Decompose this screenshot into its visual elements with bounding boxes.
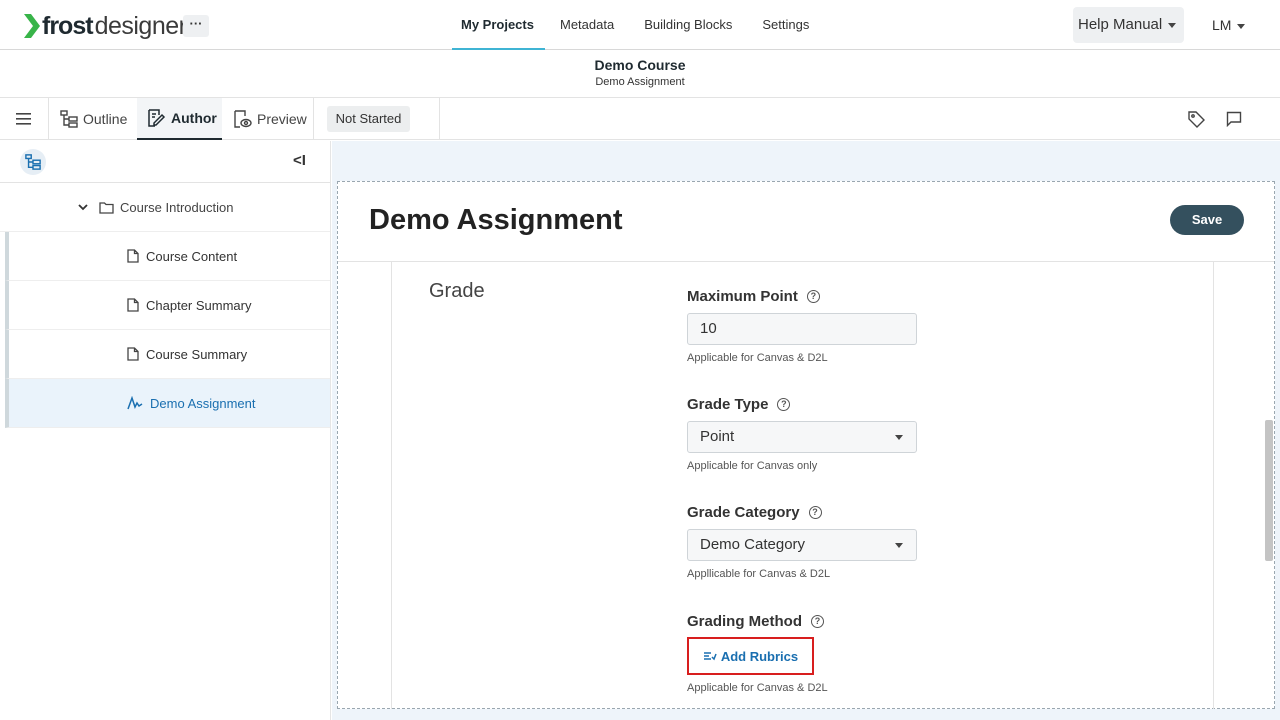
- caret-down-icon: [895, 435, 903, 440]
- outline-tree-icon: [60, 110, 78, 128]
- tree-view-button[interactable]: [20, 149, 46, 175]
- editor-area: Demo Assignment Save Grade Maximum Point…: [332, 141, 1280, 720]
- chevron-down-icon: [78, 204, 88, 211]
- sidebar-item-demo-assignment[interactable]: Demo Assignment: [5, 379, 330, 428]
- field-hint: Applicable for Canvas & D2L: [687, 682, 828, 694]
- caret-down-icon: [895, 543, 903, 548]
- outline-sidebar: <I Course Introduction Course Content Ch…: [0, 141, 331, 720]
- nav-tab-settings[interactable]: Settings: [747, 0, 824, 50]
- help-icon[interactable]: ?: [811, 615, 824, 628]
- sidebar-item-course-content[interactable]: Course Content: [5, 232, 330, 281]
- grade-type-select[interactable]: Point: [687, 421, 917, 453]
- maximum-point-label: Maximum Point: [687, 288, 798, 305]
- section-title: Grade: [429, 280, 485, 302]
- assignment-card: Demo Assignment Save Grade Maximum Point…: [337, 181, 1275, 709]
- field-maximum-point: Maximum Point ? 10 Applicable for Canvas…: [687, 288, 987, 364]
- sidebar-folder-course-introduction[interactable]: Course Introduction: [0, 183, 330, 232]
- add-rubrics-label: Add Rubrics: [720, 648, 799, 664]
- field-label: Grading Method ?: [687, 613, 987, 630]
- nav-tab-my-projects[interactable]: My Projects: [452, 0, 545, 50]
- caret-down-icon: [1237, 23, 1246, 29]
- toolbar-divider: [439, 98, 440, 140]
- sidebar-folder-label: Course Introduction: [120, 199, 234, 215]
- more-options-button[interactable]: ···: [183, 15, 209, 37]
- maximum-point-input[interactable]: 10: [687, 313, 917, 345]
- brand-name-bold: frost: [42, 11, 94, 40]
- tab-preview-label: Preview: [257, 111, 307, 127]
- main-nav: My Projects Metadata Building Blocks Set…: [452, 0, 824, 50]
- page-icon: [127, 298, 139, 312]
- tag-icon[interactable]: [1188, 98, 1210, 140]
- sidebar-item-label: Chapter Summary: [146, 297, 252, 313]
- sidebar-item-label: Course Summary: [146, 346, 248, 362]
- page-scrollbar[interactable]: [1265, 420, 1273, 561]
- editor-toolbar: Outline Author Preview: [0, 98, 1280, 140]
- field-hint: Applicable for Canvas & D2L: [687, 352, 828, 364]
- brand-name-light: designer: [94, 11, 187, 40]
- field-hint: Appllicable for Canvas & D2L: [687, 568, 831, 580]
- nav-tab-metadata[interactable]: Metadata: [545, 0, 629, 50]
- help-manual-dropdown[interactable]: Help Manual: [1073, 7, 1184, 43]
- card-header: Demo Assignment Save: [338, 182, 1274, 262]
- field-grade-category: Grade Category ? Demo Category Appllicab…: [687, 504, 987, 580]
- grade-type-value: Point: [700, 428, 735, 445]
- add-rubrics-button[interactable]: Add Rubrics: [687, 637, 814, 675]
- status-badge[interactable]: Not Started: [327, 106, 410, 132]
- course-subtitle: Demo Assignment: [595, 76, 685, 88]
- user-initials: LM: [1212, 17, 1232, 33]
- grade-category-label: Grade Category: [687, 504, 800, 521]
- tab-author[interactable]: Author: [137, 98, 222, 140]
- tab-author-label: Author: [171, 110, 217, 126]
- page-icon: [127, 347, 139, 361]
- sidebar-header: <I: [0, 141, 330, 183]
- help-icon[interactable]: ?: [777, 398, 791, 411]
- top-navbar: frost designer ··· My Projects Metadata …: [0, 0, 1280, 50]
- course-header: Demo Course Demo Assignment: [0, 51, 1280, 98]
- course-title: Demo Course: [594, 57, 686, 73]
- help-icon[interactable]: ?: [808, 506, 822, 519]
- grade-section: Grade Maximum Point ? 10 Applicable for …: [391, 262, 1214, 709]
- tab-outline[interactable]: Outline: [60, 98, 127, 140]
- assignment-icon: [127, 396, 143, 410]
- field-hint: Applicable for Canvas only: [687, 460, 818, 472]
- field-grade-type: Grade Type ? Point Applicable for Canvas…: [687, 396, 987, 472]
- save-button[interactable]: Save: [1170, 205, 1244, 235]
- rubric-list-icon: [703, 652, 717, 661]
- sidebar-item-label: Course Content: [146, 248, 238, 264]
- nav-tab-building-blocks[interactable]: Building Blocks: [629, 0, 747, 50]
- field-label: Grade Category ?: [687, 504, 987, 521]
- help-manual-label: Help Manual: [1078, 16, 1163, 33]
- grade-category-select[interactable]: Demo Category: [687, 529, 917, 561]
- chevron-logo-icon: [24, 14, 40, 38]
- grade-type-label: Grade Type: [687, 396, 769, 413]
- grading-method-label: Grading Method: [687, 613, 802, 630]
- user-menu[interactable]: LM: [1212, 17, 1246, 33]
- toolbar-divider: [313, 98, 314, 140]
- tab-preview[interactable]: Preview: [232, 98, 307, 140]
- outline-tree-icon: [25, 154, 41, 170]
- hamburger-menu-icon[interactable]: [16, 98, 37, 140]
- comment-icon[interactable]: [1226, 98, 1247, 140]
- sidebar-item-course-summary[interactable]: Course Summary: [5, 330, 330, 379]
- preview-eye-icon: [234, 110, 252, 128]
- page-icon: [127, 249, 139, 263]
- help-icon[interactable]: ?: [806, 290, 820, 303]
- edit-document-icon: [148, 109, 166, 127]
- tab-outline-label: Outline: [83, 111, 128, 127]
- page-title: Demo Assignment: [369, 204, 623, 236]
- brand-logo[interactable]: frost designer: [24, 11, 187, 40]
- collapse-sidebar-icon[interactable]: <I: [293, 152, 306, 169]
- toolbar-divider: [48, 98, 49, 140]
- sidebar-item-chapter-summary[interactable]: Chapter Summary: [5, 281, 330, 330]
- grade-category-value: Demo Category: [700, 536, 806, 553]
- field-label: Grade Type ?: [687, 396, 987, 413]
- folder-icon: [99, 201, 114, 214]
- caret-down-icon: [1168, 22, 1177, 28]
- sidebar-item-label: Demo Assignment: [150, 395, 256, 411]
- field-label: Maximum Point ?: [687, 288, 987, 305]
- field-grading-method: Grading Method ? Add Rubrics Applicable …: [687, 613, 987, 694]
